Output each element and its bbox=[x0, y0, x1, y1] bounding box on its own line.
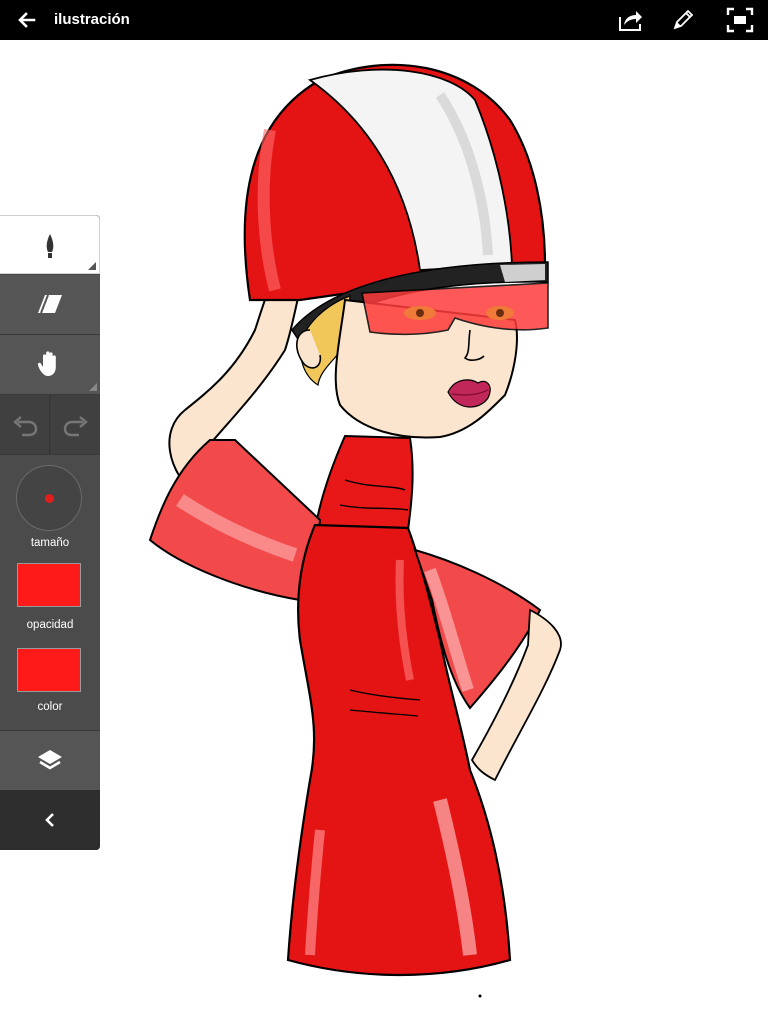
back-button[interactable] bbox=[14, 8, 40, 32]
document-title: ilustración bbox=[54, 11, 130, 28]
undo-button[interactable] bbox=[0, 395, 50, 454]
eraser-icon bbox=[38, 294, 62, 314]
collapse-palette-button[interactable] bbox=[0, 790, 100, 850]
brush-size-control[interactable] bbox=[16, 465, 82, 531]
undo-icon bbox=[13, 416, 38, 437]
share-button[interactable] bbox=[615, 6, 645, 34]
edit-button[interactable] bbox=[669, 6, 699, 34]
share-icon bbox=[619, 11, 642, 31]
layers-icon bbox=[38, 750, 62, 770]
undo-redo-group bbox=[0, 395, 100, 455]
tool-palette: tamaño opacidad color bbox=[0, 215, 100, 850]
redo-icon bbox=[63, 416, 88, 437]
drawing-canvas[interactable] bbox=[0, 40, 768, 1024]
illustration-artwork bbox=[148, 63, 562, 998]
redo-button[interactable] bbox=[51, 395, 100, 454]
size-label: tamaño bbox=[30, 537, 70, 549]
brush-tool[interactable] bbox=[0, 215, 100, 274]
opacity-label: opacidad bbox=[26, 619, 74, 631]
tool-options-indicator bbox=[88, 262, 96, 270]
hand-icon bbox=[37, 351, 56, 376]
layers-button[interactable] bbox=[0, 730, 100, 792]
color-swatch[interactable] bbox=[17, 648, 81, 692]
eraser-tool[interactable] bbox=[0, 275, 100, 335]
pencil-icon bbox=[673, 9, 694, 30]
fullscreen-button[interactable] bbox=[725, 6, 755, 34]
top-bar: ilustración bbox=[0, 0, 768, 40]
fullscreen-icon bbox=[726, 7, 754, 33]
brush-icon bbox=[46, 234, 54, 258]
tool-options-indicator bbox=[89, 383, 97, 391]
hand-tool[interactable] bbox=[0, 335, 100, 395]
back-arrow-icon bbox=[18, 12, 36, 28]
color-label: color bbox=[37, 701, 63, 713]
brush-size-preview bbox=[45, 494, 54, 503]
opacity-swatch[interactable] bbox=[17, 563, 81, 607]
chevron-left-icon bbox=[45, 813, 54, 827]
